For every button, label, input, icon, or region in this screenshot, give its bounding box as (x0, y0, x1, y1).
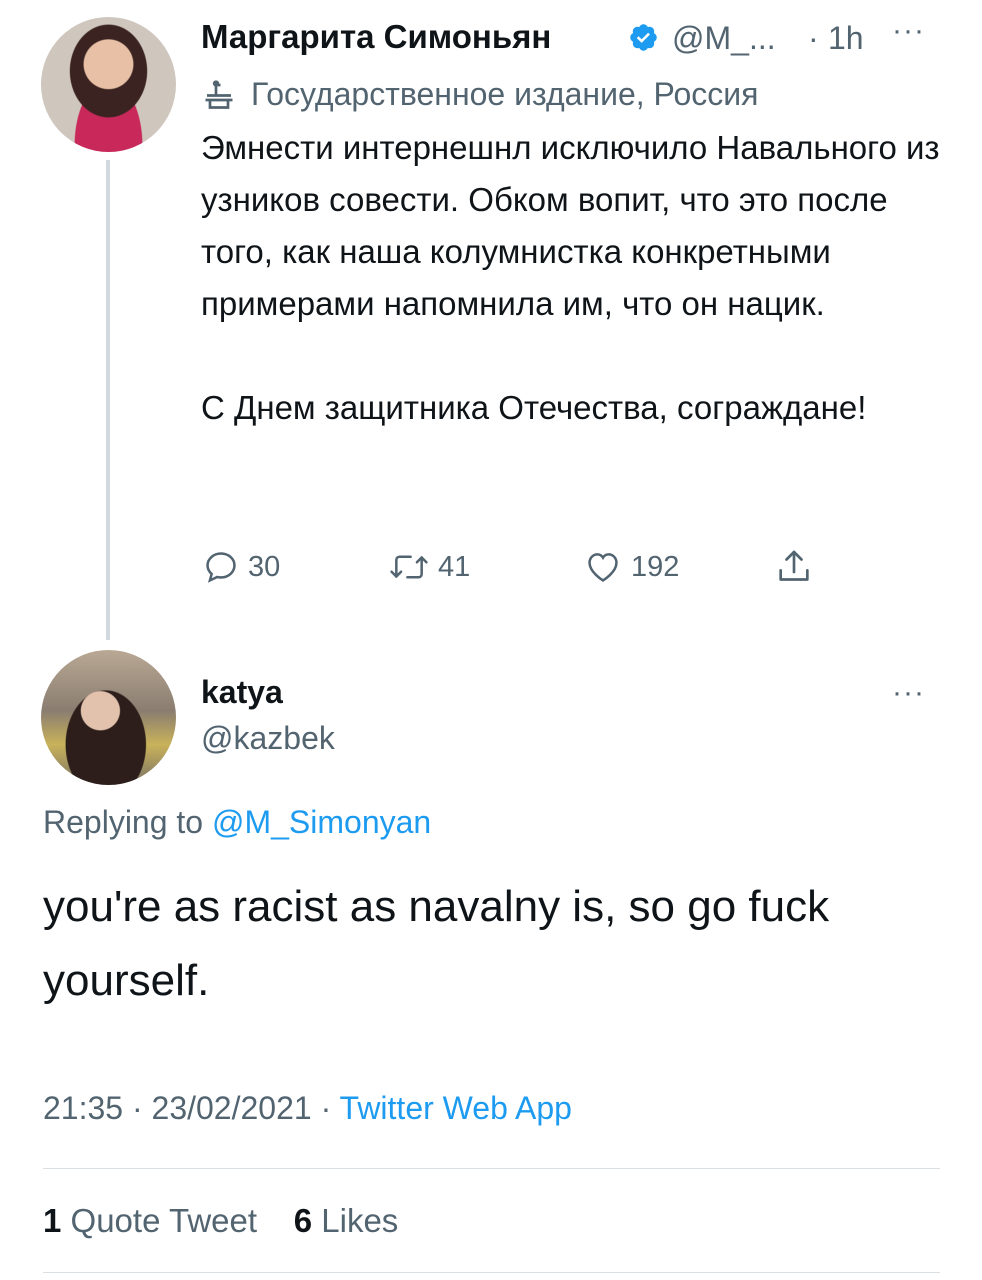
retweet-count: 41 (438, 550, 471, 583)
divider (43, 1272, 940, 1273)
tweet-source-link[interactable]: Twitter Web App (340, 1090, 572, 1126)
tweet-timestamp-time[interactable]: 21:35 (43, 1090, 123, 1126)
like-count: 192 (631, 550, 680, 583)
state-label-text: Государственное издание, Россия (251, 75, 759, 112)
likes-stat[interactable]: 6 Likes (294, 1202, 399, 1239)
reply-button[interactable]: 30 (202, 548, 280, 586)
tweet-stats-row: 1 Quote Tweet 6 Likes (43, 1202, 398, 1240)
likes-count: 6 (293, 1202, 313, 1239)
verified-badge-icon (630, 24, 657, 51)
handle-time-separator: · (808, 20, 819, 56)
heart-icon (588, 553, 618, 582)
like-button[interactable]: 192 (583, 548, 679, 586)
tweet-timestamp-date[interactable]: 23/02/2021 (152, 1090, 312, 1126)
replying-to-line: Replying to @M_Simonyan (43, 804, 431, 841)
reply-author-avatar[interactable] (41, 650, 176, 785)
quote-count: 1 (43, 1202, 62, 1239)
tweet-text: Эмнести интернешнл исключило Навального … (201, 129, 940, 426)
reply-bubble-icon (206, 552, 236, 583)
more-dots-icon[interactable]: ··· (892, 14, 925, 48)
more-dots-icon[interactable]: ··· (892, 676, 925, 710)
author-avatar[interactable] (41, 17, 176, 152)
reply-tweet-text: you're as racist as navalny is, so go fu… (43, 882, 830, 1005)
replying-to-prefix: Replying to (43, 804, 212, 840)
divider (43, 1168, 940, 1169)
meta-separator: · (131, 1090, 143, 1126)
tweet-time[interactable]: 1h (828, 20, 864, 57)
author-name[interactable]: Маргарита Симоньян (201, 18, 551, 56)
replying-to-handle-link[interactable]: @M_Simonyan (212, 804, 431, 840)
reply-count: 30 (248, 550, 281, 583)
meta-separator: · (320, 1090, 332, 1126)
podium-icon (205, 80, 233, 109)
reply-author-name[interactable]: katya (201, 674, 283, 711)
share-icon (779, 550, 809, 581)
state-media-label[interactable]: Государственное издание, Россия (201, 74, 758, 114)
thread-connector-line (106, 160, 110, 640)
quote-tweets-stat[interactable]: 1 Quote Tweet (43, 1202, 257, 1239)
retweet-icon (390, 555, 428, 579)
quote-label: Quote Tweet (70, 1202, 258, 1239)
author-handle[interactable]: @M_... (672, 20, 776, 57)
share-button[interactable] (774, 546, 822, 588)
retweet-button[interactable]: 41 (388, 548, 470, 586)
tweet-meta-row: 21:35 · 23/02/2021 · Twitter Web App (43, 1090, 572, 1127)
likes-label: Likes (321, 1202, 399, 1239)
reply-author-handle[interactable]: @kazbek (201, 720, 335, 757)
